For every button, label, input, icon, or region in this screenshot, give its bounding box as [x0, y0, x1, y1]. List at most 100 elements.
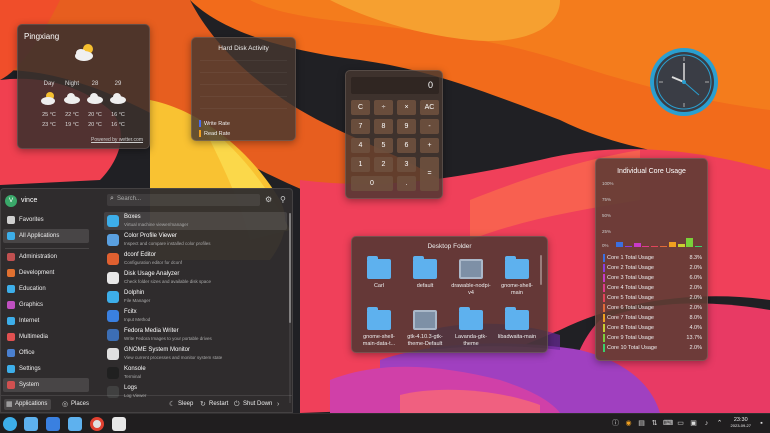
calc-key-8[interactable]: 8: [374, 119, 393, 134]
folder-item[interactable]: gtk-4.10.3-gtk-theme-Default: [405, 310, 445, 348]
settings-icon[interactable]: ⚙: [265, 195, 272, 204]
file-manager-icon[interactable]: [24, 417, 38, 431]
folder-item[interactable]: gnome-shell-main: [497, 256, 537, 297]
category-item[interactable]: Education: [3, 282, 89, 296]
folder-item[interactable]: gnome-shell-main-data-t...: [359, 307, 399, 348]
app-description: Write Fedora Images to your portable dri…: [124, 336, 212, 341]
folder-item[interactable]: Lavanda-gtk-theme: [451, 307, 491, 348]
calc-key-3[interactable]: 3: [397, 157, 416, 172]
search-placeholder: Search...: [117, 196, 142, 202]
app-list-scrollbar[interactable]: [289, 213, 291, 403]
expand-tray-icon[interactable]: ⌃: [715, 419, 724, 428]
storage-icon[interactable]: ▭: [676, 419, 685, 428]
updates-icon[interactable]: ◉: [624, 419, 633, 428]
folder-icon: [413, 256, 437, 279]
folder-scrollbar[interactable]: [540, 255, 542, 285]
core-name: Core 5 Total Usage: [607, 295, 654, 301]
avatar[interactable]: V: [5, 195, 17, 207]
restart-button[interactable]: ↻ Restart: [198, 399, 228, 410]
restart-icon: ↻: [200, 401, 206, 408]
app-list-item[interactable]: Disk Usage Analyzer Check folder sizes an…: [104, 269, 287, 287]
calc-key-0[interactable]: 0: [351, 176, 393, 191]
folder-item[interactable]: libadwaita-main: [497, 307, 537, 341]
app-icon[interactable]: [112, 417, 126, 431]
calc-key-5[interactable]: 5: [374, 138, 393, 153]
app-list-item[interactable]: Fedora Media Writer Write Fedora Images t…: [104, 326, 287, 344]
taskbar-clock[interactable]: 23:30 2023-09-27: [731, 417, 751, 429]
app-list-item[interactable]: Dolphin File Manager: [104, 288, 287, 306]
calc-key-9[interactable]: 9: [397, 119, 416, 134]
category-item[interactable]: Favorites: [3, 213, 89, 227]
shutdown-button[interactable]: ⏻ Shut Down: [232, 399, 272, 410]
browser-icon[interactable]: [90, 417, 104, 431]
calc-key-equals[interactable]: =: [420, 157, 439, 191]
calc-key-6[interactable]: 6: [397, 138, 416, 153]
scrollbar-thumb[interactable]: [289, 213, 291, 323]
software-center-icon[interactable]: [46, 417, 60, 431]
calc-key-7[interactable]: 7: [351, 119, 370, 134]
category-item[interactable]: All Applications: [3, 229, 89, 243]
volume-icon[interactable]: ♪: [702, 419, 711, 428]
weather-city: Pingxiang: [24, 32, 60, 41]
calc-key-clear[interactable]: C: [351, 100, 370, 115]
image-folder-icon: [413, 310, 437, 330]
app-icon: [107, 367, 119, 379]
folder-item[interactable]: default: [405, 256, 445, 290]
category-item[interactable]: Graphics: [3, 298, 89, 312]
search-input[interactable]: ⌕ Search...: [107, 194, 260, 206]
disk-widget-title: Hard Disk Activity: [218, 45, 269, 52]
category-item[interactable]: System: [3, 378, 89, 392]
calc-key-divide[interactable]: ÷: [374, 100, 393, 115]
category-item[interactable]: Office: [3, 346, 89, 360]
core-usage-bar: [615, 241, 623, 247]
category-item[interactable]: Administration: [3, 250, 89, 264]
core-usage-row: Core 1 Total Usage 8.3%: [603, 253, 702, 263]
pin-icon[interactable]: ⚲: [280, 195, 286, 204]
app-list-item[interactable]: Konsole Terminal: [104, 364, 287, 382]
core-color-swatch: [603, 294, 605, 302]
sleep-button[interactable]: ☾ Sleep: [167, 399, 193, 410]
app-list-item[interactable]: GNOME System Monitor View current process…: [104, 345, 287, 363]
core-usage-bar: [695, 245, 703, 247]
category-item[interactable]: Development: [3, 266, 89, 280]
info-icon[interactable]: ⓘ: [611, 419, 620, 428]
calc-key-1[interactable]: 1: [351, 157, 370, 172]
core-name: Core 8 Total Usage: [607, 325, 654, 331]
calc-key-all-clear[interactable]: AC: [420, 100, 439, 115]
display-icon[interactable]: ▣: [689, 419, 698, 428]
show-desktop-icon[interactable]: ▪: [757, 419, 766, 428]
core-usage-bar: [651, 245, 659, 247]
weather-source-link[interactable]: Powered by wetter.com: [91, 137, 143, 143]
core-usage-bar: [686, 238, 694, 247]
calc-key-2[interactable]: 2: [374, 157, 393, 172]
calc-key-multiply[interactable]: ×: [397, 100, 416, 115]
calc-key-4[interactable]: 4: [351, 138, 370, 153]
chevron-right-icon: ›: [277, 401, 280, 408]
app-list-item[interactable]: dconf Editor Configuration editor for dco…: [104, 250, 287, 268]
app-list-item[interactable]: Fcitx Input Method: [104, 307, 287, 325]
tab-places[interactable]: ◎ Places: [60, 399, 89, 410]
category-item[interactable]: Internet: [3, 314, 89, 328]
tab-applications[interactable]: ▦ Applications: [4, 399, 52, 410]
calc-key-minus[interactable]: -: [420, 119, 439, 134]
clipboard-icon[interactable]: ▤: [637, 419, 646, 428]
folder-item[interactable]: Carl: [359, 256, 399, 290]
category-item[interactable]: Multimedia: [3, 330, 89, 344]
calc-key-decimal[interactable]: .: [397, 176, 416, 191]
keyboard-icon[interactable]: ⌨: [663, 419, 673, 428]
app-list-item[interactable]: Color Profile Viewer Inspect and compare …: [104, 231, 287, 249]
category-item[interactable]: Settings: [3, 362, 89, 376]
network-icon[interactable]: ⇅: [650, 419, 659, 428]
more-options-button[interactable]: ›: [277, 399, 287, 410]
folder-widget-title: Desktop Folder: [427, 243, 472, 250]
core-name: Core 3 Total Usage: [607, 275, 654, 281]
write-rate-swatch: [199, 120, 201, 127]
calc-key-plus[interactable]: +: [420, 138, 439, 153]
folder-item[interactable]: drawable-nodpi-v4: [451, 259, 491, 297]
folder-icon[interactable]: [68, 417, 82, 431]
application-launcher: V vince ⌕ Search... ⚙ ⚲ Favorites All App…: [0, 188, 293, 413]
launcher-button[interactable]: [3, 417, 17, 431]
core-color-swatch: [603, 274, 605, 282]
app-list-item[interactable]: Boxes Virtual machine viewer/manager: [104, 212, 287, 230]
core-usage-bar: [659, 245, 667, 247]
